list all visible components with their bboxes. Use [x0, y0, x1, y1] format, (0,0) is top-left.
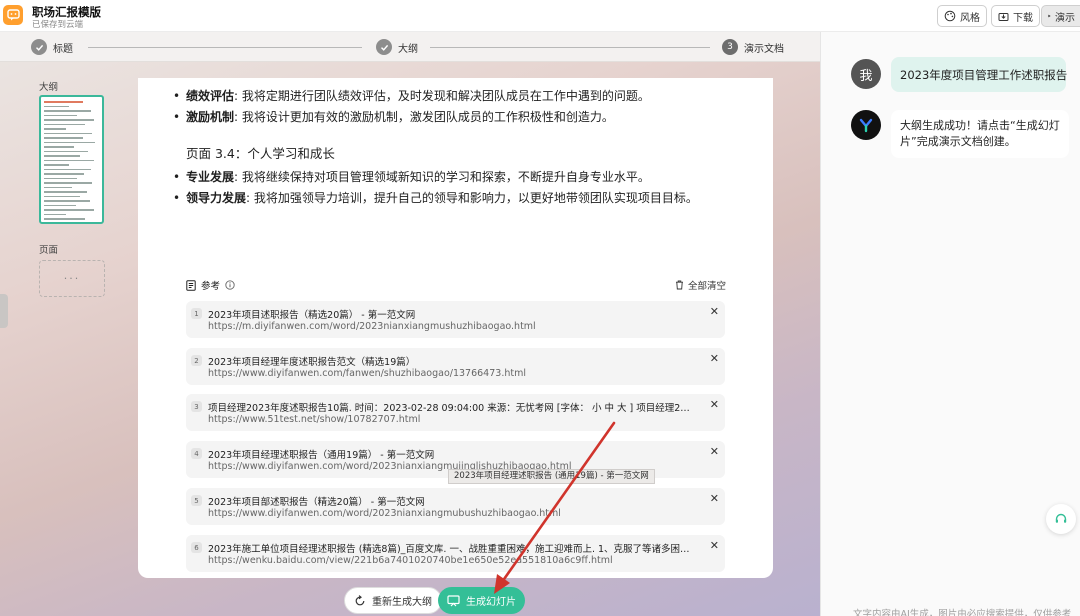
- step-outline[interactable]: 大纲: [376, 39, 418, 55]
- reference-item[interactable]: 3 项目经理2023年度述职报告10篇. 时间：2023-02-28 09:04…: [186, 394, 725, 431]
- remove-reference-button[interactable]: ✕: [710, 539, 719, 552]
- collapse-handle[interactable]: [0, 294, 8, 328]
- reference-item[interactable]: 1 2023年项目述职报告（精选20篇） - 第一范文网 https://m.d…: [186, 301, 725, 338]
- present-button-label: 演示: [1055, 12, 1075, 24]
- bullet-term: 专业发展: [186, 170, 235, 184]
- reference-url[interactable]: https://www.51test.net/show/10782707.htm…: [208, 414, 698, 425]
- references-header: 参考 全部清空: [186, 277, 726, 295]
- bullet-term: 领导力发展: [186, 191, 247, 205]
- step-connector: [88, 47, 362, 48]
- reference-number: 5: [191, 495, 202, 506]
- play-icon: [1048, 14, 1051, 18]
- reference-title: 2023年项目述职报告（精选20篇） - 第一范文网: [208, 310, 416, 321]
- bullet-term: 激励机制: [186, 110, 235, 124]
- reference-number: 6: [191, 542, 202, 553]
- bullet-term: 绩效评估: [186, 89, 235, 103]
- style-button[interactable]: 风格: [937, 5, 987, 27]
- pages-label: 页面: [39, 245, 59, 256]
- clear-all-label: 全部清空: [687, 281, 726, 292]
- reference-number: 1: [191, 308, 202, 319]
- regenerate-outline-label: 重新生成大纲: [372, 597, 432, 608]
- reference-number: 2: [191, 355, 202, 366]
- page-placeholder[interactable]: ···: [39, 260, 105, 297]
- remove-reference-button[interactable]: ✕: [710, 445, 719, 458]
- palette-icon: [944, 10, 956, 22]
- download-button-label: 下载: [1013, 12, 1033, 24]
- chat-bubble-icon: [6, 9, 20, 21]
- ai-disclaimer: 文字内容由AI生成，图片由必应搜索提供，仅供参考: [853, 609, 1072, 616]
- check-icon: [376, 39, 392, 55]
- reference-title: 2023年项目经理述职报告（通用19篇） - 第一范文网: [208, 450, 435, 461]
- reference-number: 3: [191, 401, 202, 412]
- download-icon: [998, 12, 1009, 21]
- app-logo: [3, 5, 23, 25]
- reference-title: 项目经理2023年度述职报告10篇. 时间：2023-02-28 09:04:0…: [208, 403, 693, 414]
- outline-document: • 绩效评估: 我将定期进行团队绩效评估，及时发现和解决团队成员在工作中遇到的问题…: [138, 78, 773, 578]
- outline-thumbnail[interactable]: [39, 95, 104, 224]
- reference-item[interactable]: 5 2023年项目部述职报告（精选20篇） - 第一范文网 https://ww…: [186, 488, 725, 525]
- reference-title: 2023年项目部述职报告（精选20篇） - 第一范文网: [208, 497, 425, 508]
- progress-steps: 标题 大纲 3 演示文档: [0, 32, 820, 62]
- reference-url[interactable]: https://wenku.baidu.com/view/221b6a74010…: [208, 555, 698, 566]
- present-button[interactable]: 演示: [1041, 5, 1080, 27]
- remove-reference-button[interactable]: ✕: [710, 305, 719, 318]
- reference-tooltip: 2023年项目经理述职报告 (通用19篇) - 第一范文网: [448, 469, 655, 484]
- refresh-icon: [355, 594, 365, 605]
- reference-url[interactable]: https://www.diyifanwen.com/word/2023nian…: [208, 508, 698, 519]
- reference-url[interactable]: https://www.diyifanwen.com/fanwen/shuzhi…: [208, 368, 698, 379]
- bullet-text: : 我将加强领导力培训，提升自己的领导和影响力，以更好地带领团队实现项目目标。: [246, 191, 698, 205]
- slides-icon: [447, 594, 460, 606]
- bot-avatar: [851, 110, 881, 140]
- step-outline-label: 大纲: [398, 43, 418, 55]
- headset-icon: [1055, 513, 1067, 523]
- section-heading: 页面 3.4：个人学习和成长: [186, 146, 335, 161]
- outline-label: 大纲: [39, 82, 59, 93]
- trash-icon: [675, 280, 683, 290]
- remove-reference-button[interactable]: ✕: [710, 352, 719, 365]
- regenerate-outline-button[interactable]: 重新生成大纲: [344, 587, 442, 614]
- step-title[interactable]: 标题: [31, 39, 73, 55]
- generate-slides-label: 生成幻灯片: [466, 597, 516, 608]
- chat-panel: 我 2023年度项目管理工作述职报告 大纲生成成功！请点击“生成幻灯片”完成演示…: [820, 32, 1080, 616]
- bullet-item: • 绩效评估: 我将定期进行团队绩效评估，及时发现和解决团队成员在工作中遇到的问题…: [173, 89, 650, 103]
- bullet-item: • 激励机制: 我将设计更加有效的激励机制，激发团队成员的工作积极性和创造力。: [173, 110, 614, 124]
- bullet-text: : 我将设计更加有效的激励机制，激发团队成员的工作积极性和创造力。: [234, 110, 614, 124]
- generate-slides-button[interactable]: 生成幻灯片: [438, 587, 525, 614]
- step-presentation-label: 演示文档: [744, 43, 784, 55]
- remove-reference-button[interactable]: ✕: [710, 492, 719, 505]
- references-title-label: 参考: [201, 281, 221, 292]
- step-title-label: 标题: [53, 43, 73, 55]
- style-button-label: 风格: [960, 12, 980, 24]
- bot-logo-icon: [859, 118, 873, 133]
- reference-number: 4: [191, 448, 202, 459]
- references-title: 参考: [186, 278, 235, 292]
- clear-all-button[interactable]: 全部清空: [675, 278, 726, 292]
- step-number: 3: [722, 39, 738, 55]
- user-message: 2023年度项目管理工作述职报告: [891, 57, 1067, 92]
- reference-url[interactable]: https://m.diyifanwen.com/word/2023nianxi…: [208, 321, 698, 332]
- step-presentation[interactable]: 3 演示文档: [722, 39, 784, 55]
- reference-title: 2023年施工单位项目经理述职报告 (精选8篇)_百度文库. 一、战胜重重困难，…: [208, 544, 693, 555]
- bullet-text: : 我将定期进行团队绩效评估，及时发现和解决团队成员在工作中遇到的问题。: [234, 89, 650, 103]
- remove-reference-button[interactable]: ✕: [710, 398, 719, 411]
- bullet-text: : 我将继续保持对项目管理领域新知识的学习和探索，不断提升自身专业水平。: [234, 170, 650, 184]
- support-button[interactable]: [1046, 504, 1076, 534]
- reference-item[interactable]: 2 2023年项目经理年度述职报告范文（精选19篇） https://www.d…: [186, 348, 725, 385]
- reference-item[interactable]: 6 2023年施工单位项目经理述职报告 (精选8篇)_百度文库. 一、战胜重重困…: [186, 535, 725, 572]
- document-icon: [186, 279, 196, 291]
- save-status: 已保存到云端: [32, 20, 84, 30]
- download-button[interactable]: 下载: [991, 5, 1040, 27]
- bullet-item: • 领导力发展: 我将加强领导力培训，提升自己的领导和影响力，以更好地带领团队实现…: [173, 191, 698, 205]
- user-avatar: 我: [851, 59, 881, 89]
- check-icon: [31, 39, 47, 55]
- step-connector: [430, 47, 710, 48]
- top-bar: 职场汇报模版 已保存到云端 风格 下载 演示: [0, 0, 1080, 32]
- editor-area: 标题 大纲 3 演示文档 大纲 页面 ··· • 绩效评估: 我将定期进行团队绩…: [0, 32, 820, 616]
- bot-message: 大纲生成成功！请点击“生成幻灯片”完成演示文档创建。: [891, 110, 1069, 158]
- bullet-item: • 专业发展: 我将继续保持对项目管理领域新知识的学习和探索，不断提升自身专业水平…: [173, 170, 650, 184]
- info-icon[interactable]: [225, 280, 235, 290]
- reference-title: 2023年项目经理年度述职报告范文（精选19篇）: [208, 357, 416, 368]
